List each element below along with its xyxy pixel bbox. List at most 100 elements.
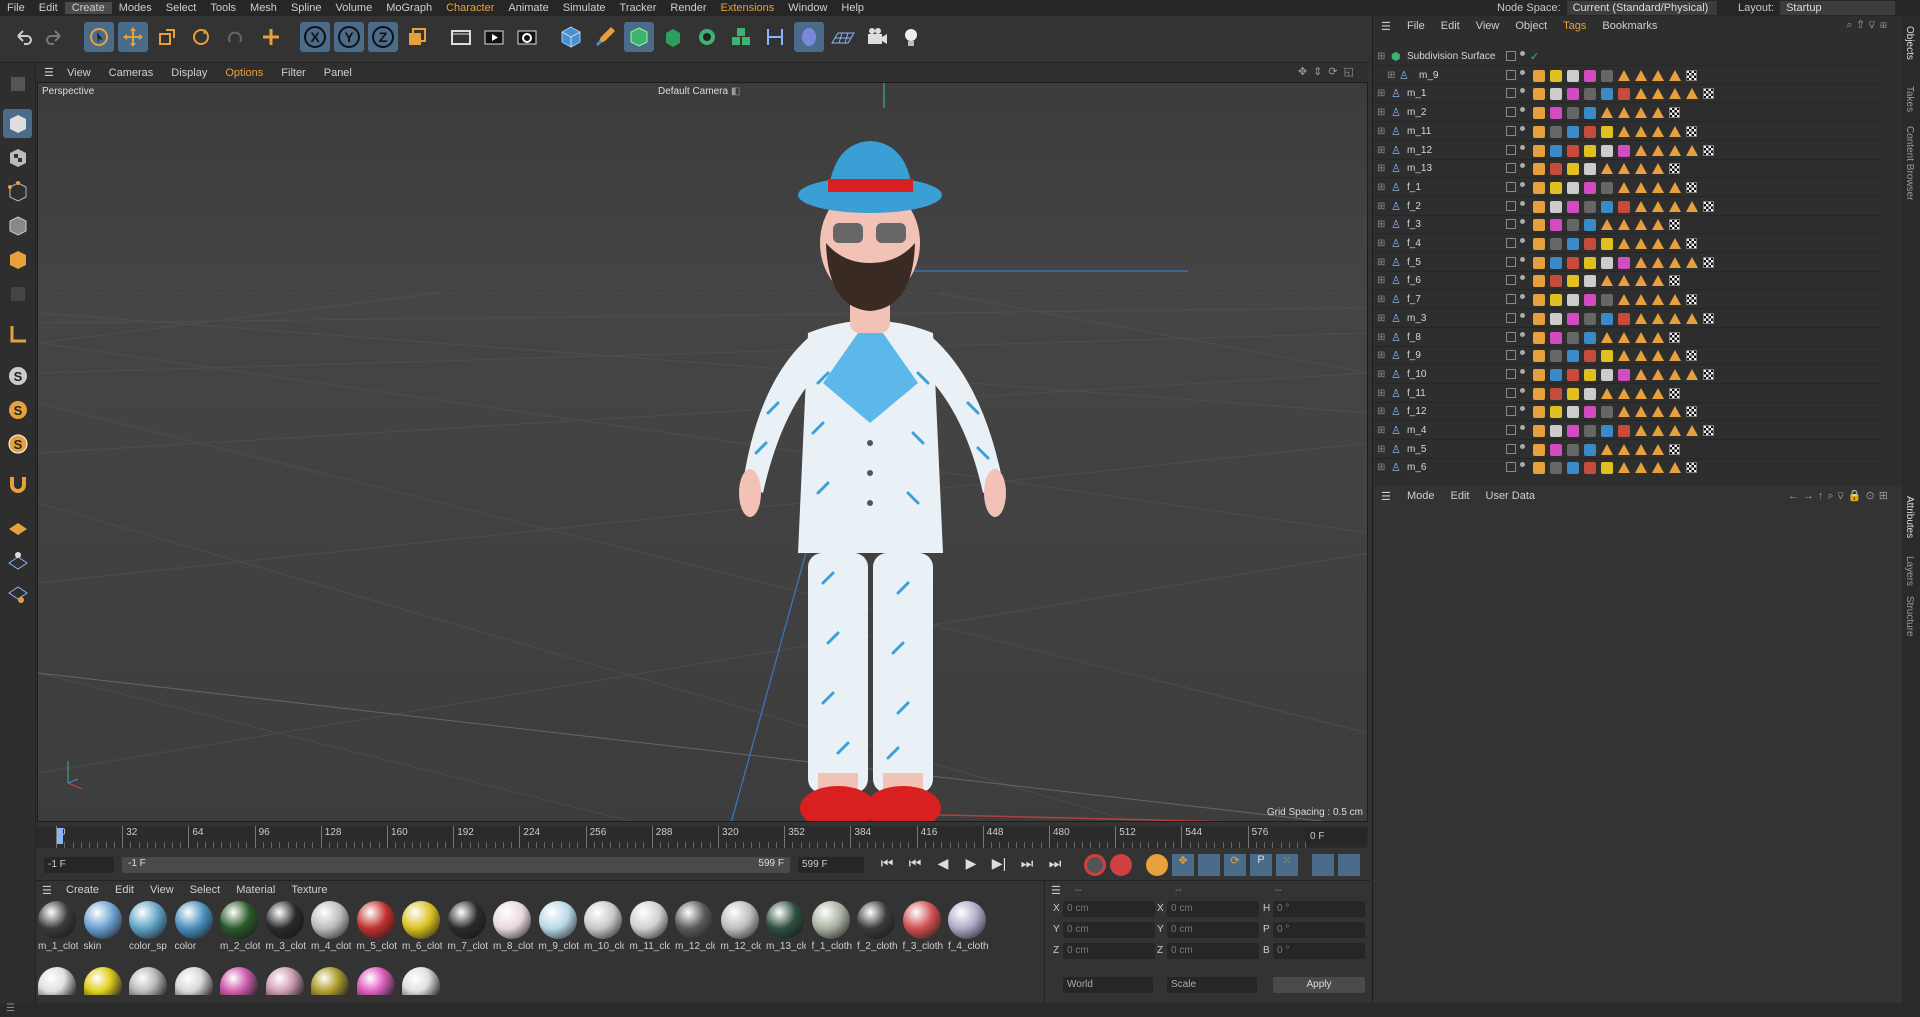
side-tab-takes[interactable]: Takes	[1904, 86, 1915, 112]
object-menu-toggle-icon[interactable]: ☰	[1373, 20, 1399, 33]
coord-value-field[interactable]: 0 cm	[1063, 922, 1155, 938]
material-tag-icon[interactable]	[1550, 331, 1562, 344]
material-tag-icon[interactable]	[1584, 425, 1596, 437]
texture-tag-icon[interactable]	[1703, 200, 1714, 212]
expand-icon[interactable]: ⊞	[1377, 444, 1385, 455]
uvw-tag-icon[interactable]	[1652, 69, 1664, 81]
material-tag-icon[interactable]	[1533, 462, 1545, 475]
coordinate-system-icon[interactable]	[402, 22, 432, 52]
texture-tag-icon[interactable]	[1703, 256, 1714, 268]
material-tag-icon[interactable]	[1601, 88, 1613, 101]
redo-icon[interactable]	[40, 22, 70, 52]
expand-icon[interactable]: ⊞	[1387, 70, 1395, 81]
material-tag-icon[interactable]	[1584, 462, 1596, 475]
menu-window[interactable]: Window	[781, 2, 834, 14]
uvw-tag-icon[interactable]	[1635, 107, 1647, 119]
menu-extensions[interactable]: Extensions	[713, 2, 781, 14]
object-name[interactable]: f_12	[1407, 406, 1426, 417]
render-view-icon[interactable]	[479, 22, 509, 52]
world-select[interactable]: World	[1063, 977, 1153, 993]
apply-button[interactable]: Apply	[1273, 977, 1365, 993]
uvw-tag-icon[interactable]	[1635, 331, 1647, 343]
material-tag-icon[interactable]	[1550, 88, 1562, 101]
material-tag-icon[interactable]	[1618, 256, 1630, 269]
play-icon[interactable]: ▶	[960, 855, 982, 872]
texture-tag-icon[interactable]	[1703, 88, 1714, 100]
material-swatch[interactable]	[356, 967, 395, 995]
render-dot-icon[interactable]	[1520, 331, 1525, 337]
go-to-start-2-icon[interactable]: ⏮	[904, 855, 926, 872]
uvw-tag-icon[interactable]	[1635, 69, 1647, 81]
go-to-end-2-icon[interactable]: ⏭	[1044, 855, 1066, 872]
expand-icon[interactable]: ⊞	[1377, 462, 1385, 473]
expand-icon[interactable]: ⊞	[1377, 275, 1385, 286]
rotate-icon[interactable]	[186, 22, 216, 52]
magnet-icon[interactable]	[3, 469, 32, 498]
material-tag-icon[interactable]	[1550, 107, 1562, 120]
uvw-tag-icon[interactable]	[1635, 350, 1647, 362]
object-name[interactable]: m_13	[1407, 163, 1432, 174]
material-tag-icon[interactable]	[1533, 294, 1545, 307]
timeline-ruler[interactable]: 0326496128160192224256288320352384416448…	[36, 826, 1368, 848]
side-tab-objects[interactable]: Objects	[1904, 26, 1915, 60]
material-tag-icon[interactable]	[1584, 125, 1596, 138]
render-dot-icon[interactable]	[1520, 107, 1525, 113]
material-tag-icon[interactable]	[1550, 350, 1562, 363]
visibility-toggle-icon[interactable]	[1506, 107, 1516, 118]
object-row[interactable]: ⊞ ♙ f_9	[1373, 347, 1883, 366]
uvw-tag-icon[interactable]	[1635, 163, 1647, 175]
texture-tag-icon[interactable]	[1703, 144, 1714, 156]
menu-mesh[interactable]: Mesh	[243, 2, 284, 14]
material-tag-icon[interactable]	[1550, 200, 1562, 213]
uvw-tag-icon[interactable]	[1601, 219, 1613, 231]
material-tag-icon[interactable]	[1567, 256, 1579, 269]
object-row[interactable]: ⊞ ♙ f_12	[1373, 403, 1883, 422]
render-dot-icon[interactable]	[1520, 69, 1525, 75]
uvw-tag-icon[interactable]	[1686, 256, 1698, 268]
uvw-tag-icon[interactable]	[1652, 443, 1664, 455]
uvw-tag-icon[interactable]	[1652, 163, 1664, 175]
uvw-tag-icon[interactable]	[1669, 238, 1681, 249]
texture-tag-icon[interactable]	[1669, 219, 1680, 231]
object-row[interactable]: ⊞ ♙ f_10	[1373, 366, 1883, 384]
current-frame-field[interactable]: 0 F	[1306, 829, 1366, 845]
material-tag-icon[interactable]	[1584, 107, 1596, 120]
motion-system-icon[interactable]	[1312, 854, 1334, 876]
auto-key-icon[interactable]	[1110, 854, 1132, 876]
material-swatch[interactable]: color	[174, 901, 215, 957]
object-row[interactable]: ⊞ ♙ f_8	[1373, 329, 1883, 347]
cloner-icon[interactable]	[692, 22, 722, 52]
render-dot-icon[interactable]	[1520, 125, 1525, 131]
material-tag-icon[interactable]	[1567, 219, 1579, 232]
viewport-menu-filter[interactable]: Filter	[272, 67, 314, 79]
menu-render[interactable]: Render	[663, 2, 713, 14]
3d-viewport[interactable]: Perspective Default Camera ◧ Grid Spacin…	[37, 82, 1368, 822]
uvw-tag-icon[interactable]	[1618, 387, 1630, 399]
uvw-tag-icon[interactable]	[1635, 443, 1647, 455]
material-swatch[interactable]	[220, 967, 258, 995]
object-row[interactable]: ⊞ ♙ f_1	[1373, 179, 1883, 197]
material-tag-icon[interactable]	[1584, 219, 1596, 232]
material-tag-icon[interactable]	[1601, 294, 1613, 307]
render-dot-icon[interactable]	[1520, 368, 1525, 374]
material-tag-icon[interactable]	[1601, 368, 1613, 381]
uvw-tag-icon[interactable]	[1618, 331, 1630, 343]
material-tag-icon[interactable]	[1584, 406, 1596, 419]
render-dot-icon[interactable]	[1520, 163, 1525, 169]
material-tag-icon[interactable]	[1567, 462, 1579, 475]
material-menu-view[interactable]: View	[142, 884, 182, 896]
material-menu-material[interactable]: Material	[228, 884, 283, 896]
visibility-toggle-icon[interactable]	[1506, 331, 1516, 342]
expand-icon[interactable]: ⊞	[1377, 388, 1385, 399]
visibility-toggle-icon[interactable]	[1506, 219, 1516, 230]
material-tag-icon[interactable]	[1533, 219, 1545, 232]
snap-icon[interactable]: S	[3, 361, 32, 390]
uvw-tag-icon[interactable]	[1635, 256, 1647, 268]
object-name[interactable]: f_1	[1407, 182, 1421, 193]
node-space-select[interactable]: Current (Standard/Physical)	[1566, 1, 1717, 15]
uvw-tag-icon[interactable]	[1652, 425, 1664, 436]
uvw-tag-icon[interactable]	[1618, 69, 1630, 81]
material-tag-icon[interactable]	[1601, 406, 1613, 419]
material-tag-icon[interactable]	[1550, 425, 1562, 437]
material-tag-icon[interactable]	[1567, 425, 1579, 437]
